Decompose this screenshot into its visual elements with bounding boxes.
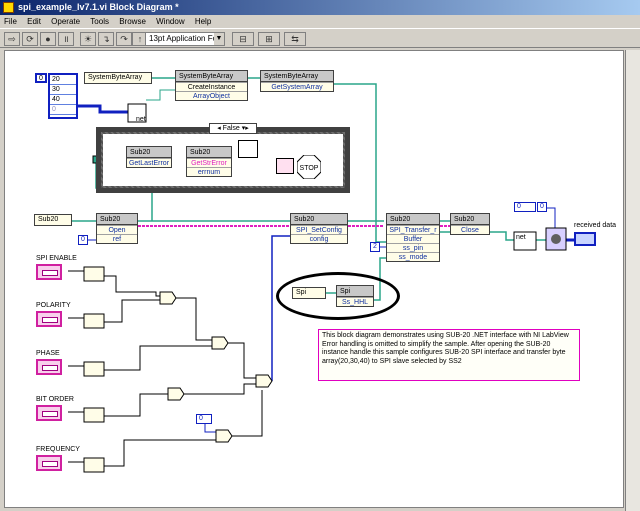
comment-box[interactable]: This block diagram demonstrates using SU… bbox=[318, 329, 580, 381]
index-length-constant[interactable]: 0 bbox=[537, 202, 547, 212]
node-param: Ss_HHL bbox=[337, 297, 373, 306]
freq-const-wire bbox=[204, 424, 216, 433]
stop-label: STOP bbox=[300, 165, 319, 172]
node-title: Sub20 bbox=[291, 214, 347, 225]
sub20-close-node[interactable]: Sub20 Close bbox=[450, 213, 490, 235]
ref-wire-3 bbox=[146, 89, 175, 101]
phase-build-wire bbox=[104, 345, 212, 371]
net-label-2: net bbox=[516, 234, 526, 241]
or-gate-1 bbox=[159, 291, 177, 305]
node-title: Sub20 bbox=[387, 214, 439, 225]
node-title: Sub20 bbox=[187, 147, 231, 158]
array-element[interactable]: 30 bbox=[50, 85, 76, 95]
build-bool-array-3 bbox=[83, 361, 105, 377]
node-title: Spi bbox=[337, 286, 373, 297]
index-constant[interactable]: 0 bbox=[78, 235, 88, 245]
node-method: Open bbox=[97, 225, 137, 234]
node-title: Sub20 bbox=[38, 216, 59, 223]
dialog-icon bbox=[276, 158, 294, 174]
build-bool-array-2 bbox=[83, 313, 105, 329]
sysbytearray-get-node[interactable]: SystemByteArray GetSystemArray bbox=[260, 70, 334, 92]
build-bool-array-1 bbox=[83, 266, 105, 282]
node-param: config bbox=[291, 234, 347, 243]
build-bool-array-5 bbox=[83, 457, 105, 473]
frequency-terminal[interactable] bbox=[36, 455, 62, 471]
node-method: CreateInstance bbox=[176, 82, 247, 91]
net-label: net bbox=[136, 116, 146, 123]
node-method: SPI_SetConfig bbox=[291, 225, 347, 234]
node-param: ss_mode bbox=[387, 252, 439, 261]
node-method: GetStrError bbox=[187, 158, 231, 167]
polarity-label: POLARITY bbox=[36, 302, 71, 309]
gear-icon bbox=[551, 234, 561, 244]
received-data-indicator[interactable] bbox=[574, 232, 596, 246]
received-data-label: received data bbox=[574, 222, 617, 229]
case-selector-label[interactable]: ◂ False ▾▸ bbox=[209, 123, 257, 134]
or1-wire bbox=[176, 297, 212, 341]
node-title: Sub20 bbox=[127, 147, 171, 158]
array-index[interactable]: 0 bbox=[35, 73, 47, 83]
polarity-build-wire bbox=[104, 299, 160, 323]
frequency-constant[interactable]: 0 bbox=[196, 414, 212, 424]
spi-setconfig-node[interactable]: Sub20 SPI_SetConfig config bbox=[290, 213, 348, 244]
ss-pin-constant[interactable]: 2 bbox=[370, 242, 380, 252]
node-method: GetSystemArray bbox=[261, 82, 333, 91]
or3-wire bbox=[184, 383, 256, 395]
bit-order-label: BIT ORDER bbox=[36, 396, 74, 403]
array-wire bbox=[78, 104, 128, 114]
node-title: SystemByteArray bbox=[88, 74, 143, 81]
or-gate-4 bbox=[215, 429, 233, 443]
spi-ss-hhl-node[interactable]: Spi Ss_HHL bbox=[336, 285, 374, 307]
bitorder-build-wire bbox=[104, 393, 168, 417]
byte-array-constant[interactable]: 20 30 40 0 bbox=[48, 73, 78, 119]
or-gate-5 bbox=[255, 374, 273, 388]
sysbytearray-create-node[interactable]: SystemByteArray CreateInstance ArrayObje… bbox=[175, 70, 248, 101]
frequency-build-wire bbox=[104, 439, 216, 467]
polarity-terminal[interactable] bbox=[36, 311, 62, 327]
node-param: ref bbox=[97, 234, 137, 243]
node-title: Sub20 bbox=[97, 214, 137, 225]
sub20-getlasterror-node[interactable]: Sub20 GetLastError bbox=[126, 146, 172, 168]
spi-enable-label: SPI ENABLE bbox=[36, 255, 77, 262]
node-title: SystemByteArray bbox=[261, 71, 333, 82]
sysbytearray-ctrl[interactable]: SystemByteArray bbox=[84, 72, 152, 84]
array-element[interactable]: 0 bbox=[50, 105, 76, 115]
array-element[interactable]: 20 bbox=[50, 75, 76, 85]
sub20-getstrerror-node[interactable]: Sub20 GetStrError errnum bbox=[186, 146, 232, 177]
frequency-label: FREQUENCY bbox=[36, 446, 80, 453]
array-element[interactable]: 40 bbox=[50, 95, 76, 105]
node-param: ss_pin bbox=[387, 243, 439, 252]
node-param: errnum bbox=[187, 167, 231, 176]
node-title: Sub20 bbox=[451, 214, 489, 225]
node-method: SPI_Transfer_r bbox=[387, 225, 439, 234]
index-zero-constant[interactable]: 0 bbox=[514, 202, 536, 212]
enable-build-wire bbox=[104, 275, 160, 297]
node-title: SystemByteArray bbox=[176, 71, 247, 82]
phase-terminal[interactable] bbox=[36, 359, 62, 375]
format-string-icon bbox=[238, 140, 258, 158]
node-title: Spi bbox=[296, 289, 307, 296]
phase-label: PHASE bbox=[36, 350, 60, 357]
spi-ctrl[interactable]: Spi bbox=[292, 287, 326, 299]
or2-wire bbox=[228, 342, 256, 379]
spi-enable-terminal[interactable] bbox=[36, 264, 62, 280]
sub20-ctrl[interactable]: Sub20 bbox=[34, 214, 72, 226]
node-param: ArrayObject bbox=[176, 91, 247, 100]
stop-icon: STOP bbox=[297, 155, 321, 179]
sub20-open-node[interactable]: Sub20 Open ref bbox=[96, 213, 138, 244]
or-gate-3 bbox=[167, 387, 185, 401]
node-method: GetLastError bbox=[127, 158, 171, 167]
or-gate-2 bbox=[211, 336, 229, 350]
spi-transfer-node[interactable]: Sub20 SPI_Transfer_r Buffer ss_pin ss_mo… bbox=[386, 213, 440, 262]
build-bool-array-4 bbox=[83, 407, 105, 423]
node-param: Buffer bbox=[387, 234, 439, 243]
bit-order-terminal[interactable] bbox=[36, 405, 62, 421]
node-method: Close bbox=[451, 225, 489, 234]
case-value: False bbox=[222, 125, 240, 132]
or4-wire bbox=[232, 390, 263, 437]
